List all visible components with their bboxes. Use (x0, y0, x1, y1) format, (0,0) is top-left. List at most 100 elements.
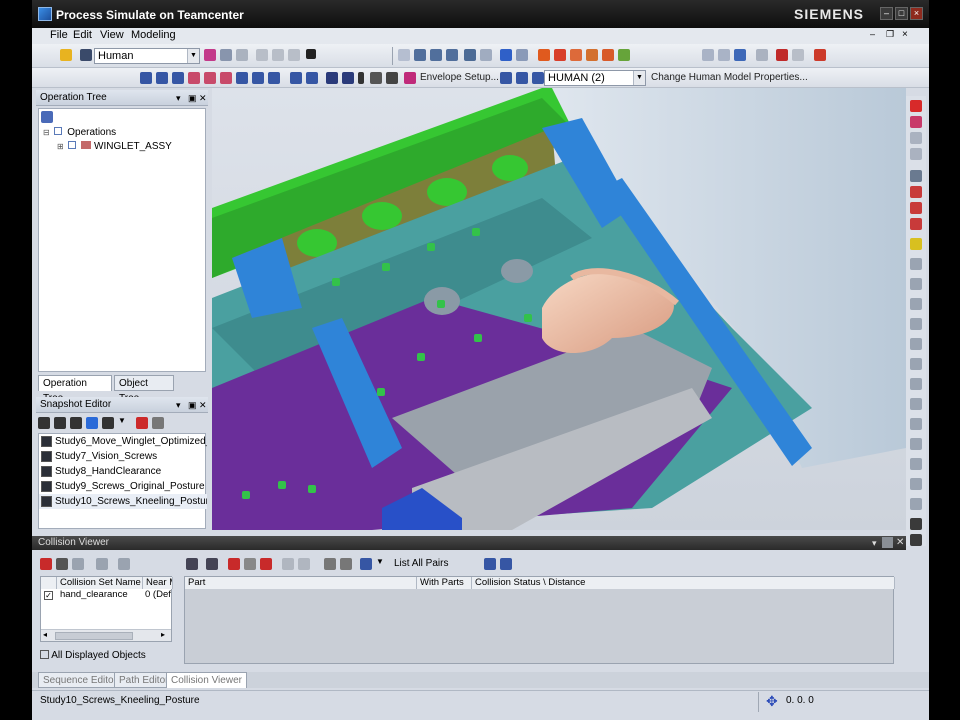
filter-icon[interactable] (910, 238, 922, 250)
view-icon[interactable] (500, 49, 512, 61)
column-header-set-name[interactable]: Collision Set Name (57, 577, 143, 589)
expand-icon[interactable]: ⊟ (43, 128, 50, 137)
snapshot-update-icon[interactable] (54, 417, 66, 429)
snapshot-restore-icon[interactable] (70, 417, 82, 429)
scroll-left-icon[interactable]: ◂ (43, 630, 47, 639)
options-icon[interactable] (96, 558, 108, 570)
tool-icon[interactable] (910, 458, 922, 470)
human-hand-icon[interactable] (204, 72, 216, 84)
menu-edit[interactable]: Edit (73, 29, 92, 41)
change-human-model-properties-button[interactable]: Change Human Model Properties... (651, 72, 808, 83)
human-attach-icon[interactable] (386, 72, 398, 84)
tool-icon[interactable] (298, 558, 310, 570)
menu-file[interactable]: File (50, 29, 68, 41)
menu-view[interactable]: View (100, 29, 124, 41)
tool-icon[interactable] (910, 478, 922, 490)
graphic-viewer[interactable] (212, 88, 906, 530)
human-sit-icon[interactable] (268, 72, 280, 84)
close-button[interactable]: × (910, 7, 923, 20)
new-snapshot-icon[interactable] (38, 417, 50, 429)
close-icon[interactable]: ✕ (199, 397, 207, 413)
human-kneel-icon[interactable] (252, 72, 264, 84)
delete-icon[interactable] (306, 49, 316, 59)
arrows-icon[interactable] (228, 558, 240, 570)
cube-icon[interactable] (204, 49, 216, 61)
tool-icon[interactable] (324, 558, 336, 570)
redo-icon[interactable] (236, 49, 248, 61)
highlight-icon[interactable] (260, 558, 272, 570)
tree-node-operations[interactable]: ⊟ Operations (43, 127, 116, 138)
table-row[interactable]: ✓ hand_clearance 0 (Defa (41, 589, 171, 601)
layout-icon[interactable] (500, 558, 512, 570)
shaded-icon[interactable] (538, 49, 550, 61)
horizontal-scrollbar[interactable]: ◂ ▸ (41, 629, 171, 641)
tool-icon[interactable] (910, 318, 922, 330)
column-header-with-parts[interactable]: With Parts (417, 577, 472, 589)
pin-icon[interactable]: ▣ (188, 397, 197, 413)
snapshot-item[interactable]: Study6_Move_Winglet_Optimized_lif (39, 434, 207, 449)
view-options-icon[interactable] (516, 49, 528, 61)
edges-icon[interactable] (570, 49, 582, 61)
layout-icon[interactable] (484, 558, 496, 570)
pin-icon[interactable] (882, 537, 893, 548)
ruler-icon[interactable] (910, 170, 922, 182)
human-model-combo[interactable]: HUMAN (2) ▼ (544, 70, 646, 86)
column-header-part[interactable]: Part (185, 577, 417, 589)
maximize-button[interactable]: □ (895, 7, 908, 20)
human-grasp-icon[interactable] (188, 72, 200, 84)
human-select-icon[interactable] (500, 72, 512, 84)
human-combo[interactable]: Human ▼ (94, 48, 200, 64)
human-tool-icon[interactable] (220, 72, 232, 84)
tab-collision-viewer[interactable]: Collision Viewer (166, 672, 247, 688)
filter-icon[interactable] (618, 49, 630, 61)
transparent-icon[interactable] (586, 49, 598, 61)
zoom-icon[interactable] (464, 49, 476, 61)
measure-icon[interactable] (702, 49, 714, 61)
envelope-setup-button[interactable]: Envelope Setup... (420, 72, 499, 83)
rotate-icon[interactable] (446, 49, 458, 61)
chevron-down-icon[interactable]: ▼ (187, 49, 199, 63)
checkbox-icon[interactable] (68, 141, 77, 149)
tool-icon[interactable] (910, 518, 922, 530)
view-icon[interactable] (910, 132, 922, 144)
tool-icon[interactable] (910, 498, 922, 510)
tool-icon[interactable] (910, 438, 922, 450)
cut-icon[interactable] (256, 49, 268, 61)
scroll-right-icon[interactable]: ▸ (161, 630, 165, 639)
frame-icon[interactable] (910, 218, 922, 230)
tab-sequence-editor[interactable]: Sequence Editor (38, 672, 122, 688)
snapshot-refresh-icon[interactable] (86, 417, 98, 429)
chevron-down-icon[interactable]: ▾ (176, 397, 181, 413)
tool-icon[interactable] (910, 378, 922, 390)
snapshot-item[interactable]: Study7_Vision_Screws (39, 449, 207, 464)
select-icon[interactable] (398, 49, 410, 61)
human-list-icon[interactable] (516, 72, 528, 84)
snapshot-options-icon[interactable] (102, 417, 114, 429)
human-jog-icon[interactable] (290, 72, 302, 84)
mdi-restore-icon[interactable]: ❐ (886, 29, 894, 40)
attach-icon[interactable] (756, 49, 768, 61)
mdi-close-icon[interactable]: × (902, 29, 908, 40)
tool-icon[interactable] (910, 258, 922, 270)
edit-collision-set-icon[interactable] (56, 558, 68, 570)
chevron-down-icon[interactable]: ▾ (872, 536, 877, 550)
column-header-near-miss[interactable]: Near M (143, 577, 173, 589)
snapshot-item[interactable]: Study8_HandClearance (39, 464, 207, 479)
minimize-button[interactable]: – (880, 7, 893, 20)
checkbox-icon[interactable] (54, 127, 63, 135)
tree-node-winglet-assy[interactable]: ⊞ WINGLET_ASSY (57, 141, 172, 152)
options-icon[interactable] (814, 49, 826, 61)
wireframe-icon[interactable] (554, 49, 566, 61)
snapshot-item[interactable]: Study9_Screws_Original_Posture (39, 479, 207, 494)
tool-icon[interactable] (910, 278, 922, 290)
human-help-icon[interactable] (370, 72, 382, 84)
fit-icon[interactable] (430, 49, 442, 61)
filter-icon[interactable] (360, 558, 372, 570)
chevron-down-icon[interactable]: ▼ (118, 416, 126, 425)
display-icon[interactable] (602, 49, 614, 61)
section-icon[interactable] (718, 49, 730, 61)
scroll-thumb[interactable] (55, 632, 133, 640)
chevron-down-icon[interactable]: ▾ (176, 90, 181, 106)
export-icon[interactable] (206, 558, 218, 570)
new-collision-set-icon[interactable] (40, 558, 52, 570)
